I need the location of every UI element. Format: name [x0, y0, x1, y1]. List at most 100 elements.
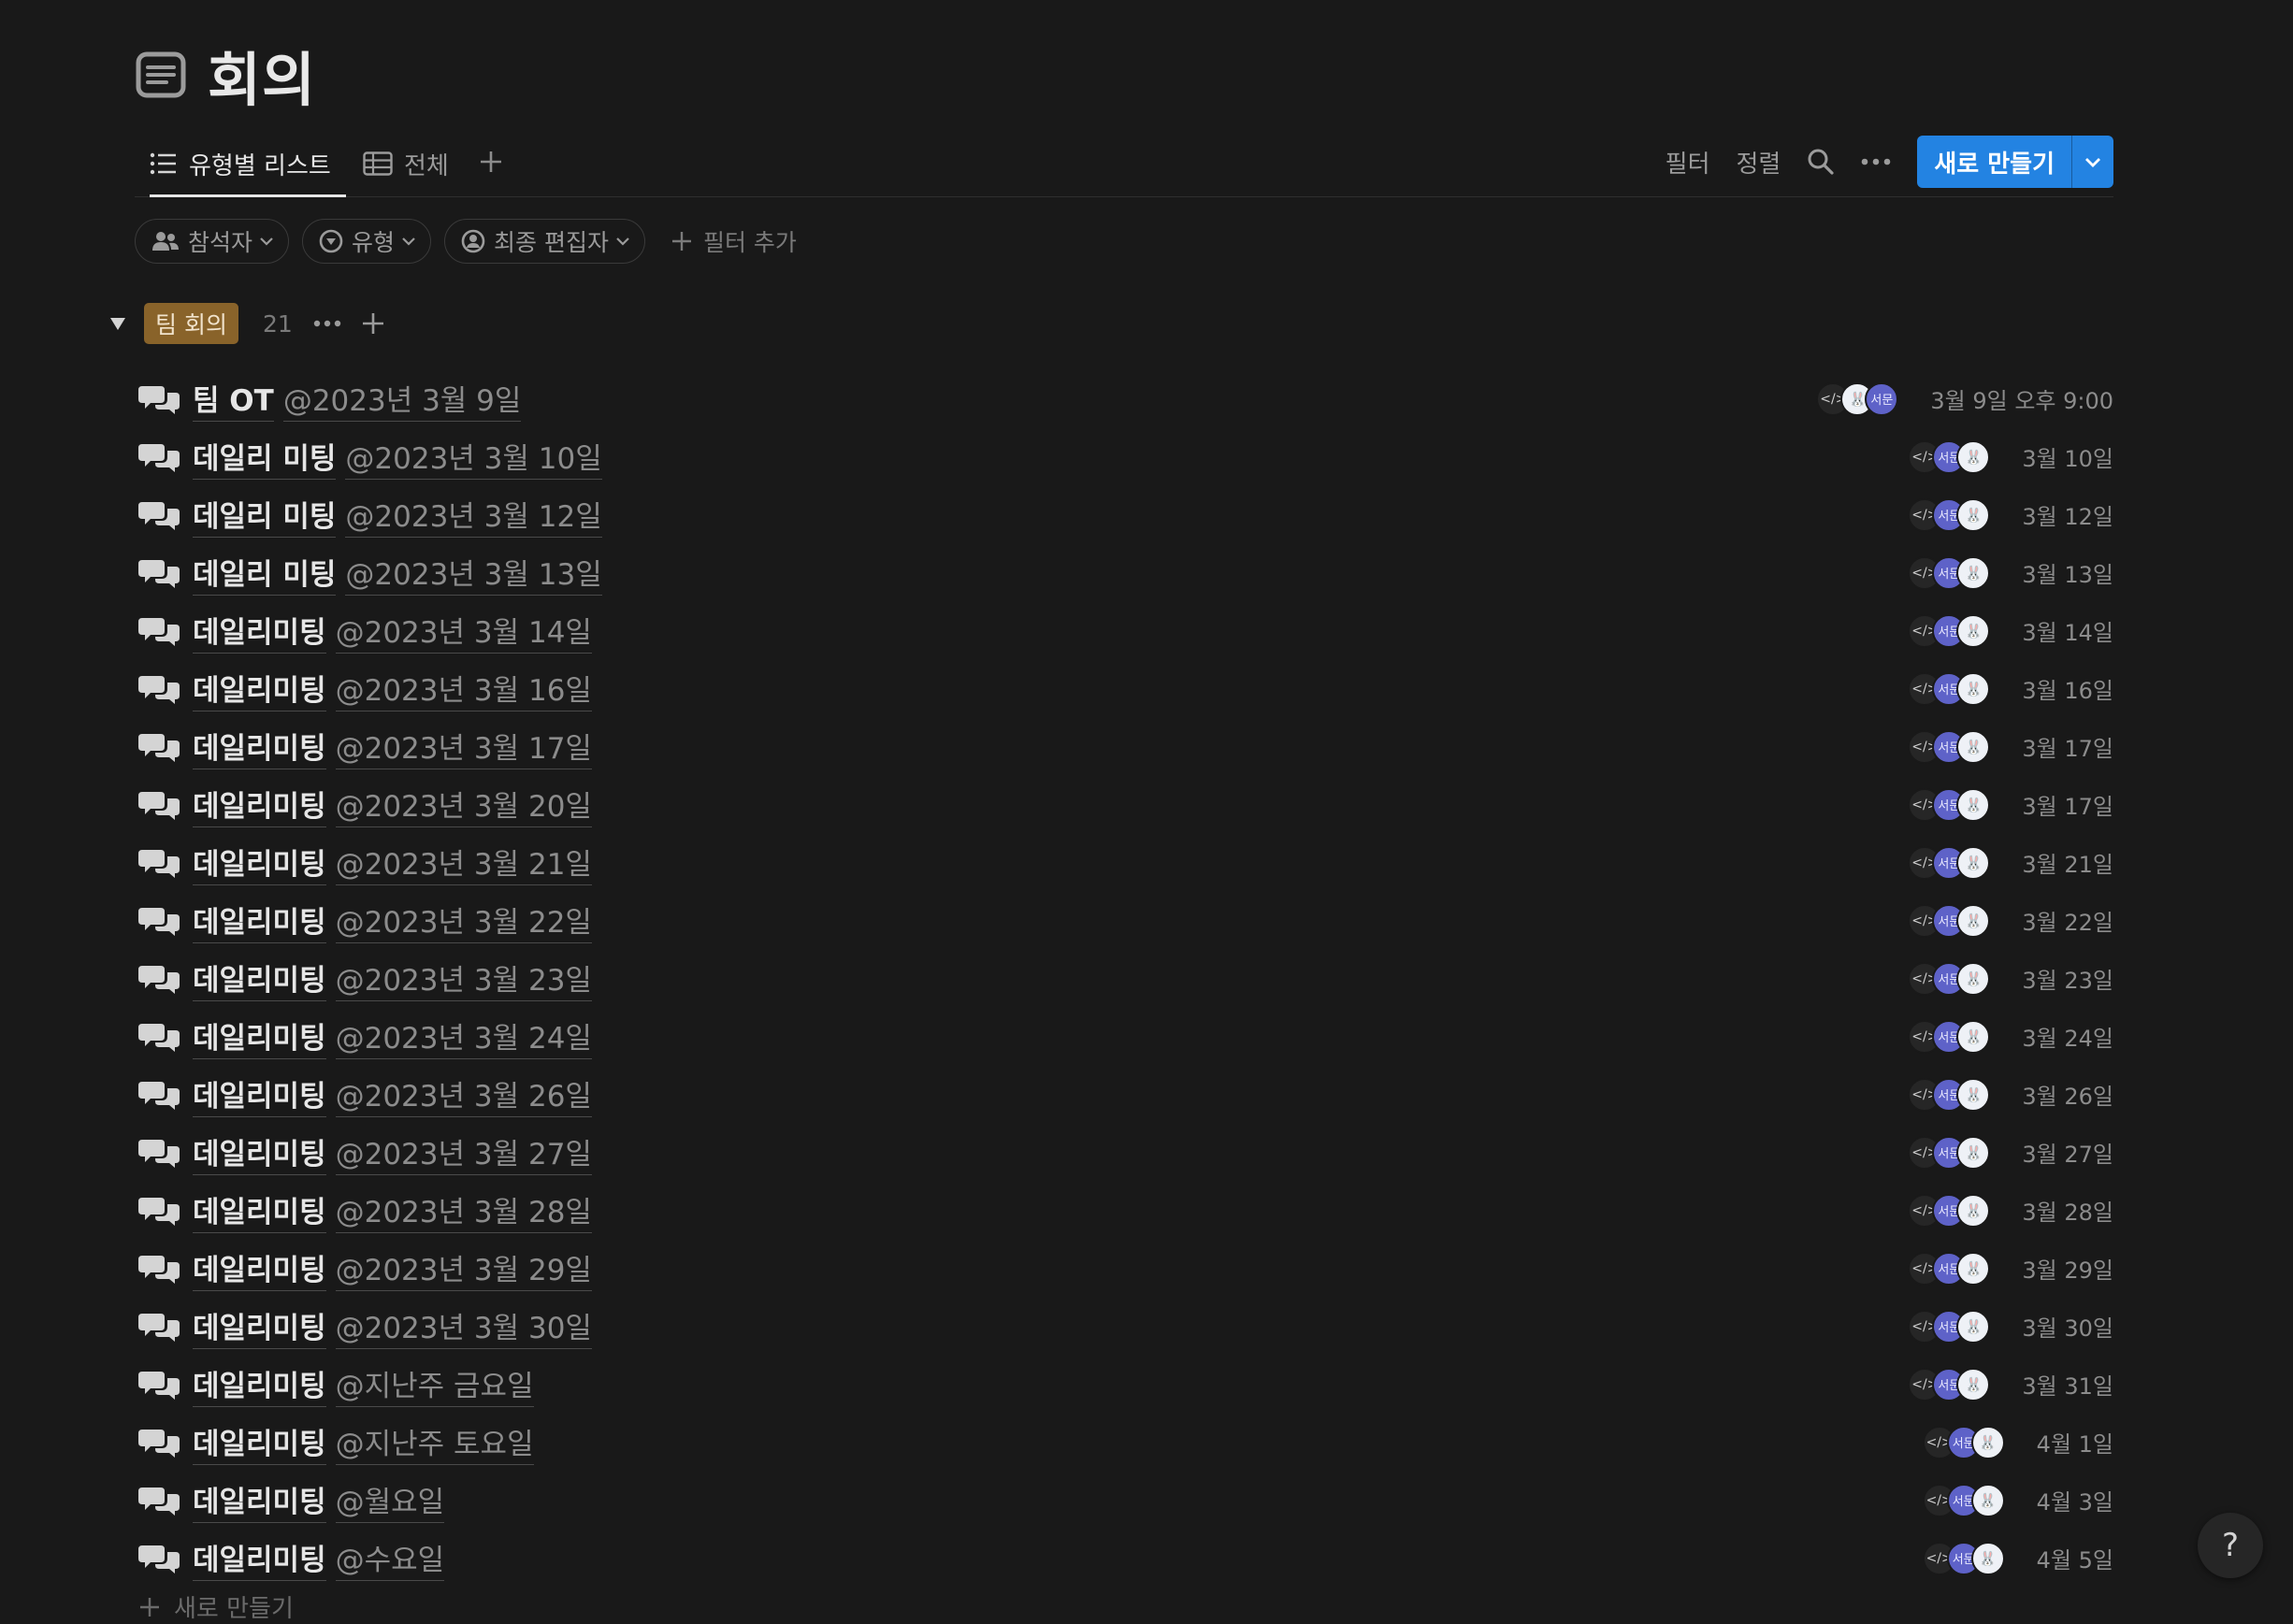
item-title[interactable]: 데일리미팅: [193, 1420, 326, 1465]
attendee-avatars[interactable]: </> 서문 🐰: [1908, 1367, 1991, 1401]
list-item[interactable]: 데일리미팅 @2023년 3월 30일 </> 서문 🐰 3월 30일: [135, 1298, 2113, 1356]
list-item[interactable]: 데일리미팅 @2023년 3월 21일 </> 서문 🐰 3월 21일: [135, 834, 2113, 892]
item-title[interactable]: 데일리미팅: [193, 956, 326, 1001]
list-item[interactable]: 데일리미팅 @2023년 3월 20일 </> 서문 🐰 3월 17일: [135, 776, 2113, 834]
sort-button[interactable]: 정렬: [1737, 145, 1781, 180]
item-date-mention[interactable]: @2023년 3월 24일: [335, 1014, 592, 1059]
more-options-icon[interactable]: [313, 319, 341, 328]
item-title[interactable]: 데일리미팅: [193, 1246, 326, 1291]
attendee-avatars[interactable]: </> 서문 🐰: [1908, 1135, 1991, 1170]
item-date-mention[interactable]: @지난주 토요일: [335, 1420, 534, 1465]
item-title[interactable]: 데일리미팅: [193, 1478, 326, 1523]
add-filter-button[interactable]: 필터 추가: [670, 224, 797, 258]
filter-chip-type[interactable]: 유형: [302, 219, 432, 264]
item-title[interactable]: 데일리미팅: [193, 1536, 326, 1581]
item-title[interactable]: 데일리미팅: [193, 725, 326, 769]
help-button[interactable]: ?: [2198, 1513, 2263, 1578]
list-item[interactable]: 데일리미팅 @2023년 3월 16일 </> 서문 🐰 3월 16일: [135, 660, 2113, 718]
list-item[interactable]: 데일리미팅 @2023년 3월 24일 </> 서문 🐰 3월 24일: [135, 1008, 2113, 1066]
item-date-mention[interactable]: @2023년 3월 13일: [345, 551, 602, 596]
item-date-mention[interactable]: @지난주 금요일: [335, 1362, 534, 1407]
item-date-mention[interactable]: @2023년 3월 20일: [335, 783, 592, 827]
list-item[interactable]: 데일리미팅 @2023년 3월 29일 </> 서문 🐰 3월 29일: [135, 1240, 2113, 1298]
attendee-avatars[interactable]: </> 서문 🐰: [1908, 1251, 1991, 1286]
filter-chip-last-edited-by[interactable]: 최종 편집자: [444, 219, 645, 264]
item-title[interactable]: 데일리미팅: [193, 1130, 326, 1175]
list-item[interactable]: 데일리미팅 @2023년 3월 23일 </> 서문 🐰 3월 23일: [135, 950, 2113, 1008]
item-date-mention[interactable]: @2023년 3월 21일: [335, 841, 592, 885]
new-item-button-label[interactable]: 새로 만들기: [1917, 136, 2071, 188]
item-date-mention[interactable]: @2023년 3월 16일: [335, 667, 592, 711]
item-title[interactable]: 데일리 미팅: [193, 435, 337, 480]
tab-list-by-type[interactable]: 유형별 리스트: [150, 131, 346, 197]
filter-chip-attendees[interactable]: 참석자: [135, 219, 290, 264]
document-lines-icon[interactable]: [135, 49, 187, 101]
item-date-mention[interactable]: @2023년 3월 30일: [335, 1304, 592, 1349]
add-view-button[interactable]: [473, 146, 509, 181]
list-item[interactable]: 데일리미팅 @2023년 3월 22일 </> 서문 🐰 3월 22일: [135, 892, 2113, 950]
item-date-mention[interactable]: @2023년 3월 27일: [335, 1130, 592, 1175]
list-item[interactable]: 데일리미팅 @수요일 </> 서문 🐰 4월 5일: [135, 1530, 2113, 1588]
more-options-icon[interactable]: [1861, 157, 1891, 166]
filter-button[interactable]: 필터: [1666, 145, 1710, 180]
item-title[interactable]: 데일리 미팅: [193, 551, 337, 596]
list-item[interactable]: 데일리미팅 @지난주 토요일 </> 서문 🐰 4월 1일: [135, 1414, 2113, 1472]
group-label[interactable]: 팀 회의: [144, 303, 238, 344]
item-title[interactable]: 데일리미팅: [193, 898, 326, 943]
attendee-avatars[interactable]: </> 서문 🐰: [1922, 1483, 2005, 1517]
attendee-avatars[interactable]: </> 서문 🐰: [1908, 497, 1991, 532]
list-item[interactable]: 데일리미팅 @2023년 3월 17일 </> 서문 🐰 3월 17일: [135, 718, 2113, 776]
item-title[interactable]: 데일리미팅: [193, 667, 326, 711]
list-item[interactable]: 데일리 미팅 @2023년 3월 13일 </> 서문 🐰 3월 13일: [135, 544, 2113, 602]
attendee-avatars[interactable]: </> 서문 🐰: [1908, 787, 1991, 822]
item-title[interactable]: 데일리미팅: [193, 841, 326, 885]
item-date-mention[interactable]: @월요일: [335, 1478, 445, 1523]
attendee-avatars[interactable]: </> 서문 🐰: [1908, 903, 1991, 938]
item-date-mention[interactable]: @2023년 3월 14일: [335, 609, 592, 654]
item-date-mention[interactable]: @2023년 3월 28일: [335, 1188, 592, 1233]
item-date-mention[interactable]: @2023년 3월 9일: [282, 377, 522, 422]
item-title[interactable]: 데일리미팅: [193, 1304, 326, 1349]
list-item[interactable]: 데일리미팅 @2023년 3월 26일 </> 서문 🐰 3월 26일: [135, 1066, 2113, 1124]
plus-icon[interactable]: [360, 310, 386, 337]
item-date-mention[interactable]: @수요일: [335, 1536, 445, 1581]
tab-all[interactable]: 전체: [363, 131, 449, 196]
chevron-down-icon[interactable]: [2071, 136, 2113, 188]
item-date-mention[interactable]: @2023년 3월 12일: [345, 493, 602, 538]
item-date-mention[interactable]: @2023년 3월 26일: [335, 1072, 592, 1117]
attendee-avatars[interactable]: </> 서문 🐰: [1908, 1309, 1991, 1344]
attendee-avatars[interactable]: </> 서문 🐰: [1922, 1425, 2005, 1459]
list-item[interactable]: 데일리미팅 @월요일 </> 서문 🐰 4월 3일: [135, 1472, 2113, 1530]
attendee-avatars[interactable]: </> 🐰 서문: [1816, 381, 1899, 416]
attendee-avatars[interactable]: </> 서문 🐰: [1908, 845, 1991, 880]
page-title[interactable]: 회의: [208, 33, 316, 117]
item-title[interactable]: 데일리미팅: [193, 609, 326, 654]
item-title[interactable]: 데일리미팅: [193, 1188, 326, 1233]
item-date-mention[interactable]: @2023년 3월 10일: [345, 435, 602, 480]
attendee-avatars[interactable]: </> 서문 🐰: [1908, 555, 1991, 590]
attendee-avatars[interactable]: </> 서문 🐰: [1908, 729, 1991, 764]
item-title[interactable]: 팀 OT: [193, 377, 274, 422]
item-date-mention[interactable]: @2023년 3월 22일: [335, 898, 592, 943]
item-date-mention[interactable]: @2023년 3월 23일: [335, 956, 592, 1001]
item-date-mention[interactable]: @2023년 3월 17일: [335, 725, 592, 769]
item-date-mention[interactable]: @2023년 3월 29일: [335, 1246, 592, 1291]
search-icon[interactable]: [1807, 148, 1835, 176]
attendee-avatars[interactable]: </> 서문 🐰: [1908, 1019, 1991, 1054]
new-item-row[interactable]: 새로 만들기: [138, 1589, 294, 1624]
collapse-caret-icon[interactable]: [101, 316, 135, 331]
list-item[interactable]: 데일리미팅 @지난주 금요일 </> 서문 🐰 3월 31일: [135, 1356, 2113, 1414]
item-title[interactable]: 데일리 미팅: [193, 493, 337, 538]
attendee-avatars[interactable]: </> 서문 🐰: [1908, 439, 1991, 474]
list-item[interactable]: 데일리미팅 @2023년 3월 27일 </> 서문 🐰 3월 27일: [135, 1124, 2113, 1182]
item-title[interactable]: 데일리미팅: [193, 1014, 326, 1059]
attendee-avatars[interactable]: </> 서문 🐰: [1908, 671, 1991, 706]
attendee-avatars[interactable]: </> 서문 🐰: [1908, 1193, 1991, 1228]
list-item[interactable]: 데일리 미팅 @2023년 3월 10일 </> 서문 🐰 3월 10일: [135, 428, 2113, 486]
list-item[interactable]: 데일리 미팅 @2023년 3월 12일 </> 서문 🐰 3월 12일: [135, 486, 2113, 544]
item-title[interactable]: 데일리미팅: [193, 1072, 326, 1117]
attendee-avatars[interactable]: </> 서문 🐰: [1908, 1077, 1991, 1112]
item-title[interactable]: 데일리미팅: [193, 1362, 326, 1407]
list-item[interactable]: 팀 OT @2023년 3월 9일 </> 🐰 서문 3월 9일 오후 9:00: [135, 370, 2113, 428]
attendee-avatars[interactable]: </> 서문 🐰: [1908, 613, 1991, 648]
